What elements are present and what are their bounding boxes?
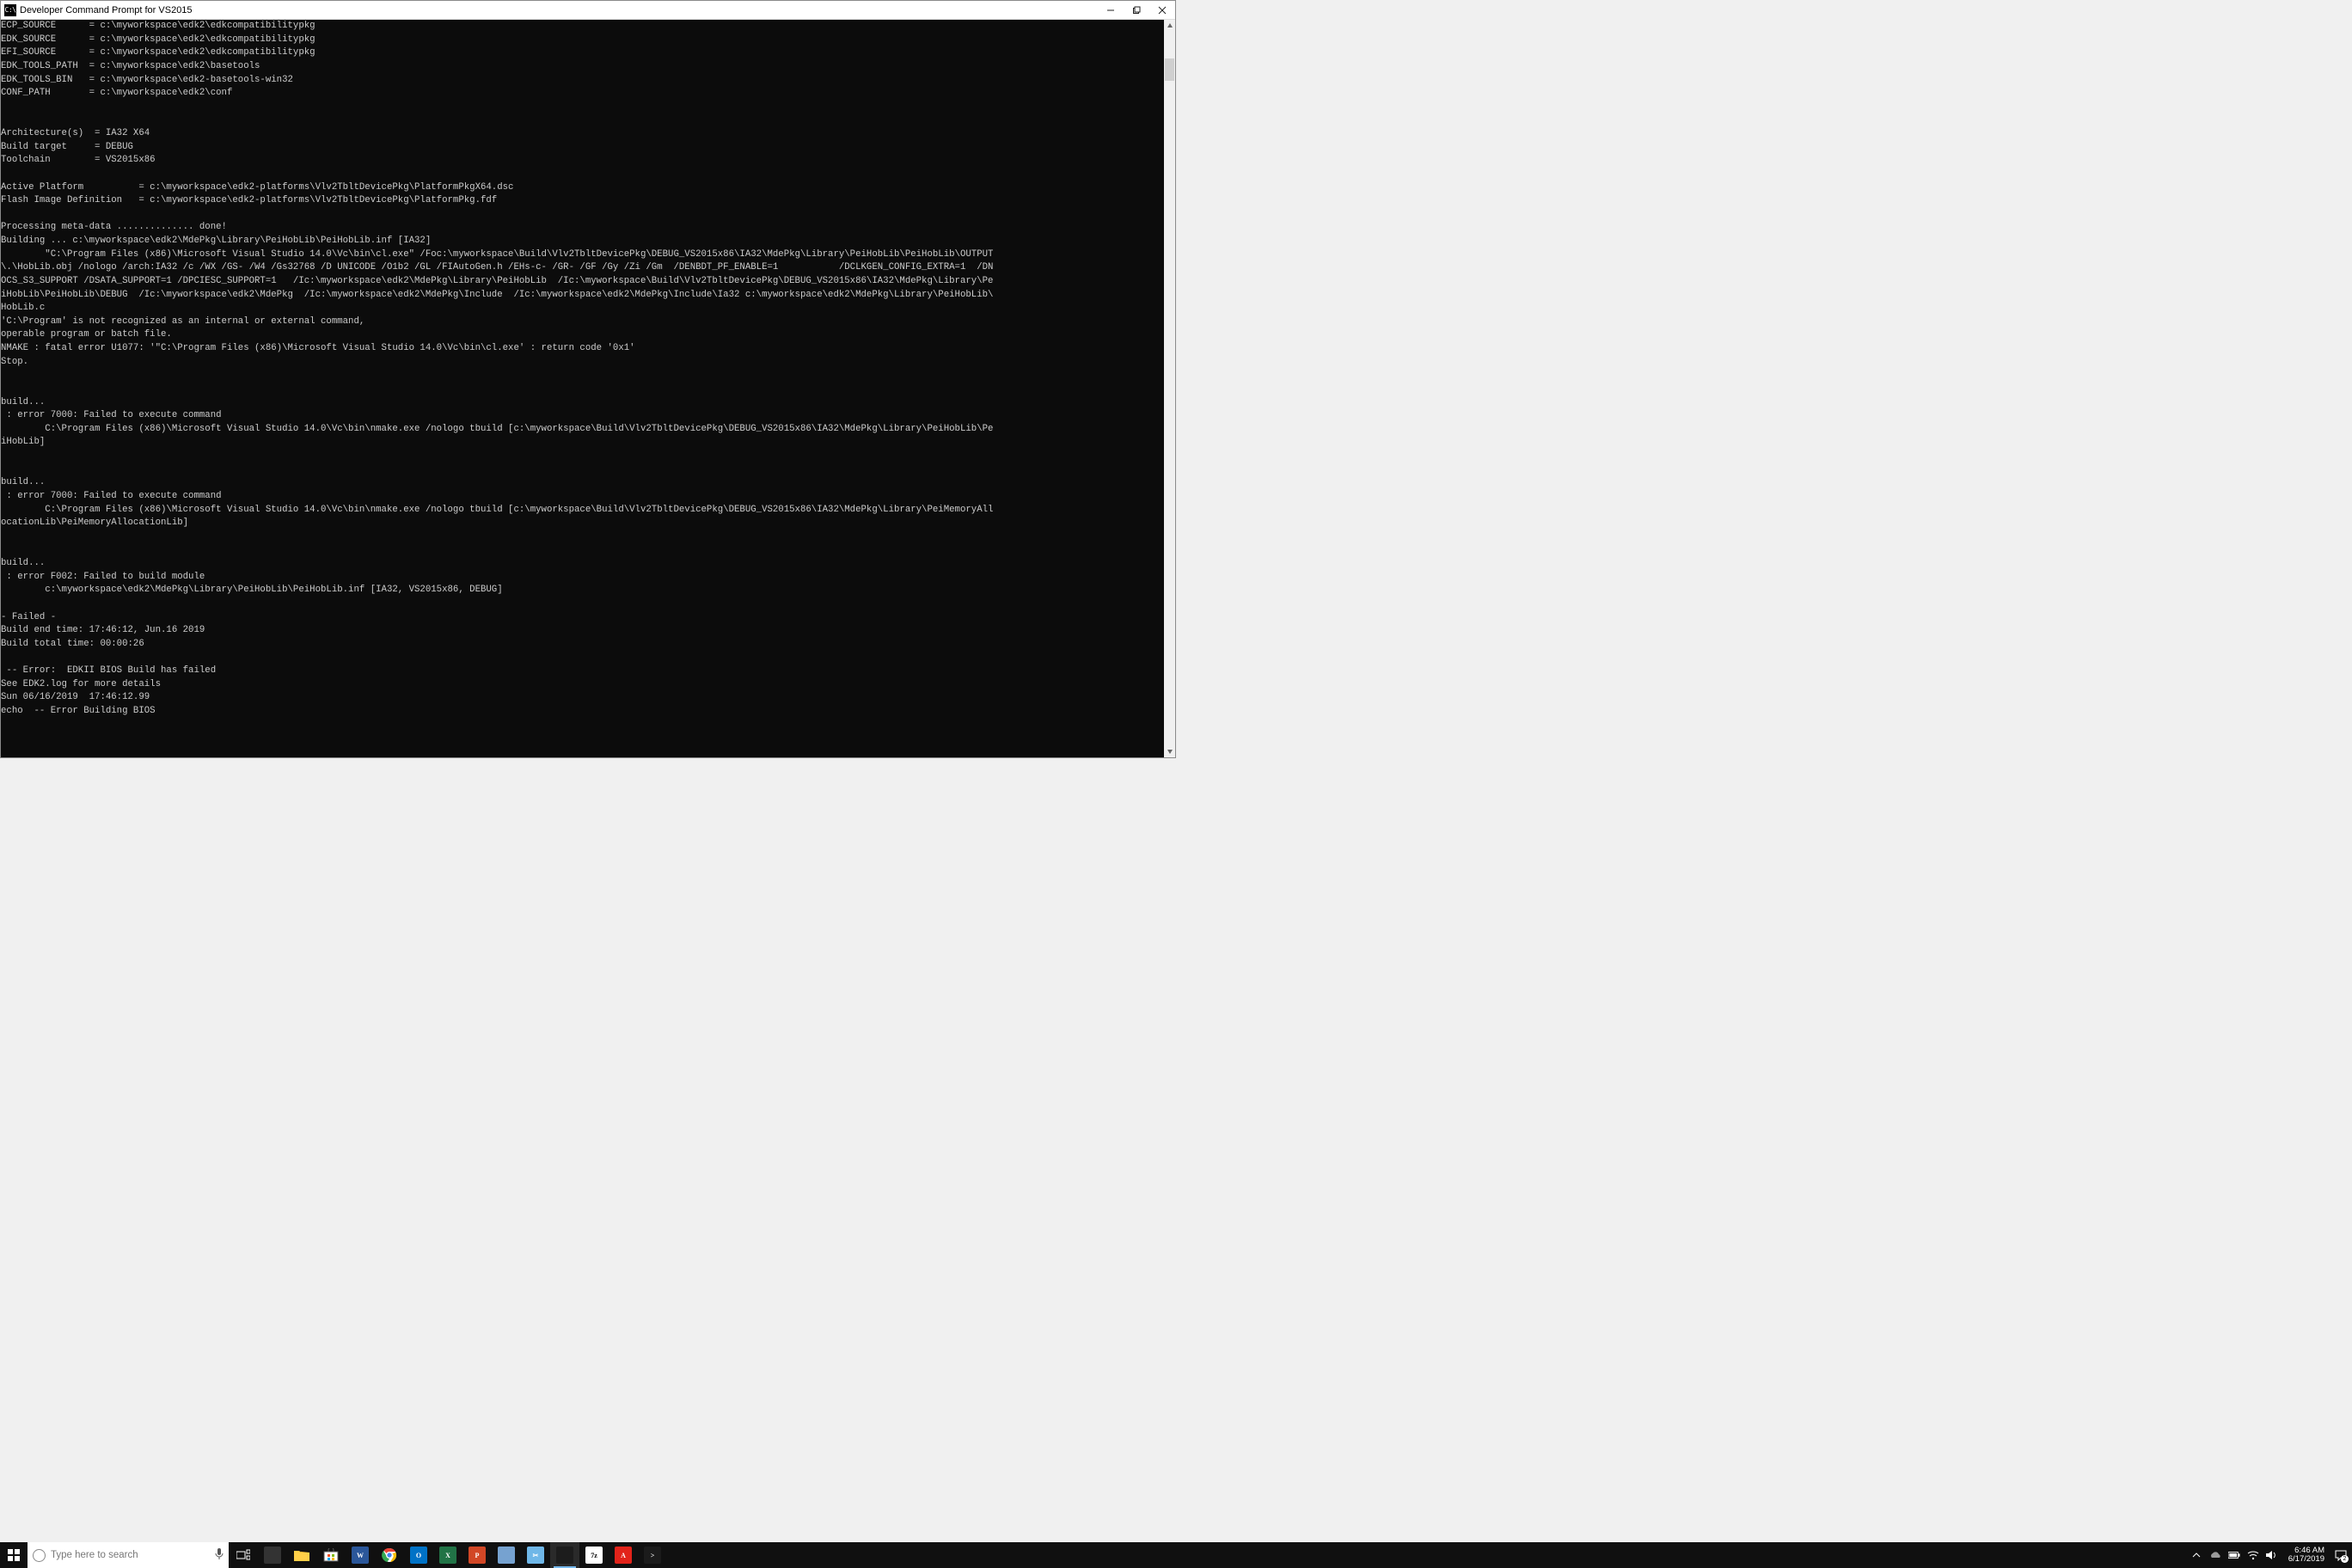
notification-badge: 2 [2341,1555,2349,1563]
taskbar: Type here to search W OXP ✂ 7z A > 6:46 AM 6/… [0,1542,2352,1568]
task-view-button[interactable] [229,1542,258,1568]
onedrive-icon[interactable] [2209,1549,2221,1561]
close-button[interactable] [1149,1,1175,20]
file-explorer-icon[interactable] [287,1542,316,1568]
outlook-icon[interactable]: O [404,1542,433,1568]
battery-icon[interactable] [2228,1549,2240,1561]
cmd-window-icon: C:\ [4,4,16,16]
cmd-icon-glyph [556,1547,573,1564]
scroll-down-arrow[interactable] [1164,745,1175,757]
taskbar-search[interactable]: Type here to search [28,1542,229,1568]
acrobat-icon-glyph: A [615,1547,632,1564]
app-icon-1-glyph [498,1547,515,1564]
7zip-icon[interactable]: 7z [579,1542,609,1568]
start-button[interactable] [0,1542,28,1568]
wifi-icon[interactable] [2247,1549,2259,1561]
microphone-icon[interactable] [215,1548,224,1563]
title-bar[interactable]: C:\ Developer Command Prompt for VS2015 [1,1,1175,20]
chrome-icon-glyph [381,1547,398,1564]
scroll-up-arrow[interactable] [1164,20,1175,32]
window-title: Developer Command Prompt for VS2015 [20,5,193,15]
task-view-icon-glyph [264,1547,281,1564]
minimize-button[interactable] [1098,1,1124,20]
powerpoint-icon-glyph: P [469,1547,486,1564]
windows-logo-icon [8,1549,20,1561]
microsoft-store-icon[interactable] [316,1542,346,1568]
clock-date: 6/17/2019 [2288,1555,2324,1564]
terminal-icon[interactable]: > [638,1542,667,1568]
taskbar-clock[interactable]: 6:46 AM 6/17/2019 [2285,1547,2328,1565]
chrome-icon[interactable] [375,1542,404,1568]
vertical-scrollbar[interactable] [1164,20,1175,757]
file-explorer-icon-glyph [293,1547,310,1564]
snip-icon-glyph: ✂ [527,1547,544,1564]
acrobat-icon[interactable]: A [609,1542,638,1568]
terminal-output[interactable]: ECP_SOURCE = c:\myworkspace\edk2\edkcomp… [1,20,1164,757]
snip-icon[interactable]: ✂ [521,1542,550,1568]
7zip-icon-glyph: 7z [585,1547,603,1564]
word-icon[interactable]: W [346,1542,375,1568]
maximize-button[interactable] [1124,1,1149,20]
action-center-icon[interactable]: 2 [2335,1549,2347,1561]
search-placeholder: Type here to search [51,1550,138,1560]
terminal-icon-glyph: > [644,1547,661,1564]
excel-icon-glyph: X [439,1547,456,1564]
microsoft-store-icon-glyph [322,1547,340,1564]
app-icon-1[interactable] [492,1542,521,1568]
scroll-thumb[interactable] [1165,58,1174,81]
word-icon-glyph: W [352,1547,369,1564]
scroll-track[interactable] [1164,32,1175,745]
outlook-icon-glyph: O [410,1547,427,1564]
excel-icon[interactable]: X [433,1542,462,1568]
system-tray: 6:46 AM 6/17/2019 2 [2185,1542,2352,1568]
app-window: C:\ Developer Command Prompt for VS2015 … [0,0,1176,758]
task-view-icon[interactable] [258,1542,287,1568]
volume-icon[interactable] [2266,1549,2278,1561]
cmd-icon[interactable] [550,1542,579,1568]
tray-chevron-icon[interactable] [2190,1549,2202,1561]
cortana-circle-icon [33,1549,46,1562]
powerpoint-icon[interactable]: P [462,1542,492,1568]
